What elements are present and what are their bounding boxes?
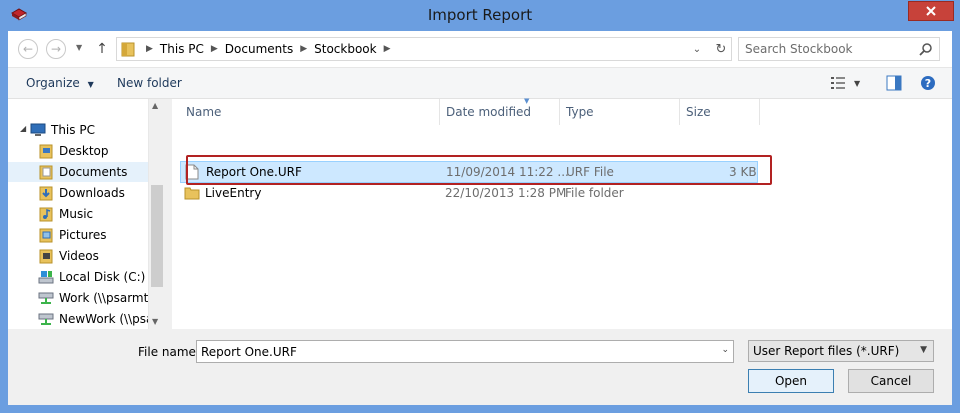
file-name-combobox[interactable]: ⌄ xyxy=(196,340,734,363)
chevron-down-icon[interactable]: ⌄ xyxy=(721,345,729,355)
chevron-down-icon: ▼ xyxy=(920,345,927,355)
nav-item-label: Documents xyxy=(59,165,128,179)
nav-item-music[interactable]: Music xyxy=(38,204,93,224)
computer-icon xyxy=(30,123,46,136)
drive-icon xyxy=(38,271,54,284)
nav-item-newwork-network[interactable]: NewWork (\\psar xyxy=(38,309,148,329)
nav-item-documents[interactable]: Documents xyxy=(8,162,148,182)
scroll-down-icon[interactable]: ▼ xyxy=(152,317,158,326)
nav-item-label: Pictures xyxy=(59,228,107,242)
videos-folder-icon xyxy=(39,249,53,264)
dialog-client: ← → ▼ ↑ ▶ This PC ▶ Documents ▶ Stockboo… xyxy=(8,31,952,405)
breadcrumb: ▶ This PC ▶ Documents ▶ Stockbook ▶ xyxy=(139,42,398,56)
recent-locations-chevron-icon[interactable]: ▼ xyxy=(76,43,82,52)
network-drive-icon xyxy=(38,313,54,325)
breadcrumb-stockbook[interactable]: Stockbook xyxy=(314,42,376,56)
nav-scrollbar[interactable]: ▲ ▼ xyxy=(148,99,164,329)
file-type-filter-select[interactable]: User Report files (*.URF) ▼ xyxy=(748,340,934,362)
file-name: LiveEntry xyxy=(205,186,262,200)
downloads-folder-icon xyxy=(39,186,53,201)
nav-item-this-pc[interactable]: This PC xyxy=(30,120,95,140)
file-name-label: File name: xyxy=(138,345,200,359)
column-header-type[interactable]: Type xyxy=(560,99,680,125)
folder-icon xyxy=(121,42,135,57)
nav-item-label: Desktop xyxy=(59,144,109,158)
breadcrumb-chevron-icon[interactable]: ▶ xyxy=(384,44,391,54)
organize-label: Organize xyxy=(26,76,80,90)
file-row-liveentry[interactable]: LiveEntry 22/10/2013 1:28 PM File folder xyxy=(180,183,758,205)
address-dropdown-icon[interactable]: ⌄ xyxy=(689,41,705,57)
arrow-left-icon: ← xyxy=(22,42,34,56)
refresh-icon[interactable]: ↻ xyxy=(713,40,729,58)
nav-item-pictures[interactable]: Pictures xyxy=(38,225,107,245)
breadcrumb-chevron-icon[interactable]: ▶ xyxy=(211,44,218,54)
nav-item-downloads[interactable]: Downloads xyxy=(38,183,125,203)
search-box[interactable] xyxy=(738,37,940,61)
music-folder-icon xyxy=(39,207,53,222)
view-options-icon[interactable] xyxy=(830,75,846,91)
dialog-footer: File name: ⌄ User Report files (*.URF) ▼… xyxy=(8,329,952,405)
open-button[interactable]: Open xyxy=(748,369,834,393)
preview-pane-icon[interactable] xyxy=(886,75,902,91)
nav-item-desktop[interactable]: Desktop xyxy=(38,141,109,161)
pictures-folder-icon xyxy=(39,228,53,243)
breadcrumb-documents[interactable]: Documents xyxy=(225,42,293,56)
nav-item-label: Music xyxy=(59,207,94,221)
nav-item-label: Videos xyxy=(59,249,99,263)
help-icon[interactable]: ? xyxy=(920,75,936,91)
file-list: Name ▼ Date modified Type Size Report On… xyxy=(172,97,952,329)
highlight-annotation-frame xyxy=(186,155,772,185)
close-icon xyxy=(926,6,936,16)
window-title: Import Report xyxy=(427,6,533,24)
arrow-up-icon: ↑ xyxy=(96,41,108,57)
organize-button[interactable]: Organize ▼ xyxy=(26,76,94,90)
documents-folder-icon xyxy=(39,165,53,180)
nav-item-label: Downloads xyxy=(59,186,125,200)
desktop-folder-icon xyxy=(39,144,53,159)
nav-item-local-disk[interactable]: Local Disk (C:) xyxy=(38,267,145,287)
folder-icon xyxy=(184,187,200,200)
search-input[interactable] xyxy=(745,42,915,56)
breadcrumb-chevron-icon[interactable]: ▶ xyxy=(146,44,153,54)
import-report-window: Import Report ← → ▼ ↑ ▶ This PC ▶ Docume… xyxy=(0,0,960,413)
expand-chevron-icon[interactable]: ◢ xyxy=(20,124,26,133)
new-folder-button[interactable]: New folder xyxy=(117,76,182,90)
file-type: File folder xyxy=(565,186,624,200)
file-type-filter-value: User Report files (*.URF) xyxy=(753,344,900,358)
breadcrumb-this-pc[interactable]: This PC xyxy=(160,42,204,56)
chevron-down-icon: ▼ xyxy=(87,80,94,89)
column-header-name[interactable]: Name xyxy=(180,99,440,125)
nav-item-label: Work (\\psarmts) xyxy=(59,291,148,305)
arrow-right-icon: → xyxy=(50,42,62,56)
file-date: 22/10/2013 1:28 PM xyxy=(445,186,567,200)
breadcrumb-chevron-icon[interactable]: ▶ xyxy=(300,44,307,54)
close-button[interactable] xyxy=(908,1,954,21)
navigation-pane: ◢ This PC Desktop Documents Downloads Mu… xyxy=(8,99,164,329)
up-button[interactable]: ↑ xyxy=(94,39,110,59)
forward-button[interactable]: → xyxy=(46,39,66,59)
file-name-input[interactable] xyxy=(201,345,701,359)
column-header-size[interactable]: Size xyxy=(680,99,760,125)
cancel-button[interactable]: Cancel xyxy=(848,369,934,393)
nav-item-work-network[interactable]: Work (\\psarmts) xyxy=(38,288,148,308)
view-dropdown-icon[interactable]: ▼ xyxy=(854,79,860,88)
command-toolbar: Organize ▼ New folder ▼ ? xyxy=(8,67,952,99)
nav-item-label: Local Disk (C:) xyxy=(59,270,146,284)
nav-scroll-thumb[interactable] xyxy=(151,185,163,287)
address-bar[interactable]: ▶ This PC ▶ Documents ▶ Stockbook ▶ ⌄ ↻ xyxy=(116,37,732,61)
scroll-up-icon[interactable]: ▲ xyxy=(152,101,158,110)
nav-item-videos[interactable]: Videos xyxy=(38,246,99,266)
column-header-date-modified[interactable]: Date modified xyxy=(440,99,560,125)
back-button[interactable]: ← xyxy=(18,39,38,59)
address-row: ← → ▼ ↑ ▶ This PC ▶ Documents ▶ Stockboo… xyxy=(8,31,952,67)
nav-item-label: This PC xyxy=(51,123,95,137)
title-bar[interactable]: Import Report xyxy=(0,0,960,32)
svg-text:?: ? xyxy=(925,77,931,90)
search-icon[interactable] xyxy=(919,42,933,56)
nav-item-label: NewWork (\\psar xyxy=(59,312,148,326)
network-drive-icon xyxy=(38,292,54,304)
